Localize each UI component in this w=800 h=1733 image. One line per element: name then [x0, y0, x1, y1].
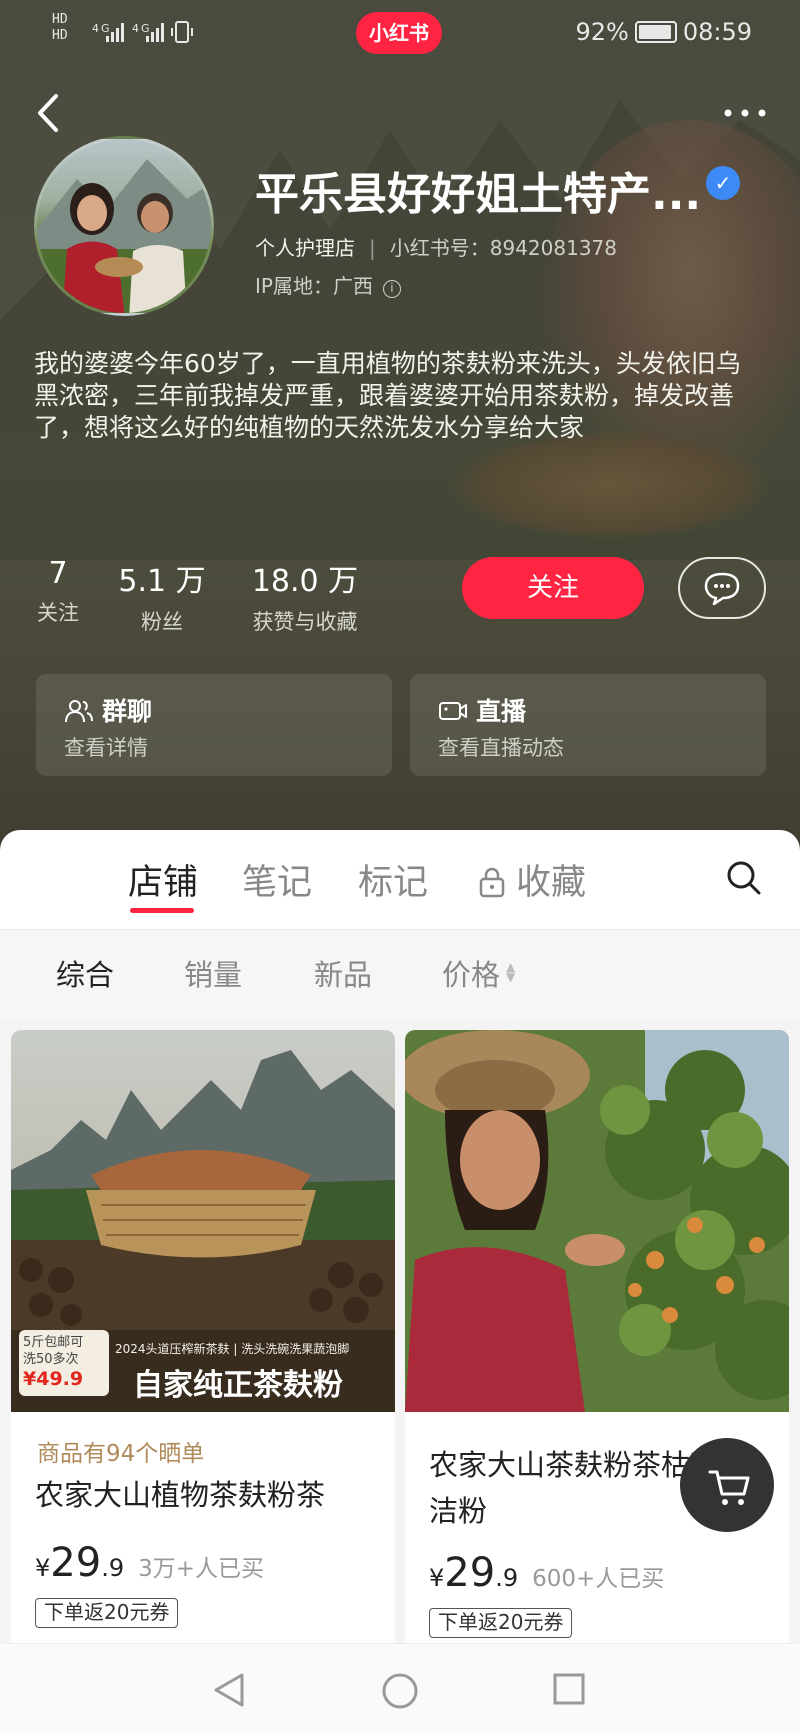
- sold-count: 3万+人已买: [138, 1556, 264, 1582]
- image-badge: 5斤包邮可 洗50多次 ¥49.9: [23, 1334, 84, 1390]
- image-badge-line: 洗50多次: [23, 1352, 79, 1367]
- live-card[interactable]: 直播 查看直播动态: [410, 674, 766, 776]
- card-subtitle: 查看直播动态: [438, 736, 564, 760]
- filter-label: 价格: [442, 958, 501, 992]
- price-currency: ¥: [429, 1564, 445, 1592]
- search-icon[interactable]: [724, 858, 764, 898]
- verified-badge-icon: ✓: [706, 166, 740, 200]
- tab-label: 收藏: [516, 863, 587, 903]
- tab-marks[interactable]: 标记: [358, 854, 428, 905]
- shop-name: 平乐县好好姐土特产...: [255, 169, 702, 220]
- group-users-icon: [65, 700, 93, 723]
- price-integer: 29: [50, 1540, 102, 1586]
- follow-button[interactable]: 关注: [462, 557, 644, 619]
- stat-following[interactable]: 7 关注: [36, 556, 80, 627]
- filter-overall[interactable]: 综合: [56, 952, 114, 994]
- sort-arrows-icon: ▲ ▼: [506, 960, 516, 984]
- review-hint: 商品有94个晒单: [37, 1441, 205, 1467]
- product-price: ¥29.9 3万+人已买: [35, 1540, 264, 1586]
- stat-value: 7: [48, 556, 68, 591]
- stat-value: 18.0 万: [251, 564, 359, 599]
- active-tab-indicator: [130, 908, 194, 913]
- card-title: 群聊: [102, 697, 153, 726]
- group-chat-title: 群聊: [64, 692, 152, 728]
- message-button[interactable]: [678, 557, 766, 619]
- stat-value: 5.1 万: [118, 564, 206, 599]
- nav-back-icon[interactable]: [212, 1672, 246, 1708]
- network-indicator: HD HD: [52, 12, 68, 43]
- product-card[interactable]: 5斤包邮可 洗50多次 ¥49.9 2024头道压榨新茶麸 | 洗头洗碗洗果蔬泡…: [11, 1030, 395, 1650]
- sold-count: 600+人已买: [532, 1566, 665, 1592]
- red-id-label: 小红书号：: [389, 236, 490, 260]
- svg-text:4G: 4G: [132, 22, 152, 35]
- back-arrow-icon[interactable]: [30, 88, 70, 138]
- ip-value: 广西: [332, 274, 373, 298]
- card-title: 直播: [476, 697, 527, 726]
- ip-location: IP属地：广西 i: [255, 270, 401, 299]
- status-right: 92% 08:59: [575, 18, 752, 46]
- video-camera-icon: [439, 702, 467, 720]
- coupon-badge: 下单返20元券: [429, 1608, 573, 1638]
- cart-icon: [708, 1470, 750, 1505]
- tab-shop[interactable]: 店铺: [128, 854, 198, 905]
- stat-label: 获赞与收藏: [252, 610, 358, 634]
- price-currency: ¥: [35, 1554, 51, 1582]
- group-chat-card[interactable]: 群聊 查看详情: [36, 674, 392, 776]
- product-title: 农家大山植物茶麸粉茶: [35, 1478, 326, 1512]
- filter-price[interactable]: 价格 ▲ ▼: [442, 952, 515, 994]
- more-dots-icon[interactable]: [720, 98, 770, 128]
- battery-percent: 92%: [575, 18, 629, 46]
- product-price: ¥29.9 600+人已买: [429, 1550, 664, 1596]
- red-id[interactable]: 8942081378: [490, 236, 617, 260]
- battery-icon: [634, 21, 677, 43]
- status-bar: HD HD 4G 4G 小红书 92% 08:59: [0, 0, 800, 66]
- tab-bar: 店铺 笔记 标记 收藏: [0, 830, 800, 930]
- nav-home-icon[interactable]: [381, 1672, 419, 1710]
- price-decimal: .9: [101, 1554, 125, 1582]
- stat-fans[interactable]: 5.1 万 粉丝: [118, 556, 206, 636]
- shop-meta: 个人护理店 | 小红书号：8942081378: [255, 232, 617, 261]
- content-panel: 店铺 笔记 标记 收藏 综合 销量 新品 价格 ▲ ▼ 5斤包邮可 洗50多次 …: [0, 830, 800, 1733]
- live-title: 直播: [438, 692, 526, 728]
- chat-bubble-icon: [704, 572, 740, 606]
- product-image: 5斤包邮可 洗50多次 ¥49.9 2024头道压榨新茶麸 | 洗头洗碗洗果蔬泡…: [11, 1030, 395, 1412]
- bio: 我的婆婆今年60岁了，一直用植物的茶麸粉来洗头，头发依旧乌黑浓密，三年前我掉发严…: [34, 349, 741, 442]
- clock: 08:59: [682, 18, 752, 46]
- price-integer: 29: [444, 1550, 496, 1596]
- filter-bar: 综合 销量 新品 价格 ▲ ▼: [0, 930, 800, 1020]
- tab-collections[interactable]: 收藏: [478, 854, 586, 905]
- signal-icon: 4G 4G: [92, 18, 202, 52]
- info-icon[interactable]: i: [382, 280, 401, 298]
- filter-new[interactable]: 新品: [314, 952, 372, 994]
- shop-type: 个人护理店: [255, 236, 355, 260]
- image-badge-line: 5斤包邮可: [23, 1335, 84, 1350]
- stat-likes[interactable]: 18.0 万 获赞与收藏: [244, 556, 366, 636]
- avatar[interactable]: [34, 136, 214, 316]
- image-price: ¥49.9: [23, 1368, 84, 1390]
- product-image: [405, 1030, 789, 1412]
- background-basket: [450, 430, 770, 540]
- stat-label: 粉丝: [141, 610, 183, 634]
- product-card[interactable]: 农家大山茶麸粉茶枯粉洗洁粉 ¥29.9 600+人已买 下单返20元券: [405, 1030, 789, 1650]
- ip-label: IP属地：: [255, 274, 333, 298]
- coupon-badge: 下单返20元券: [35, 1598, 179, 1628]
- card-subtitle: 查看详情: [64, 736, 148, 760]
- meta-divider: |: [369, 236, 376, 260]
- svg-text:4G: 4G: [92, 22, 112, 35]
- tab-notes[interactable]: 笔记: [242, 854, 312, 905]
- stat-label: 关注: [37, 601, 79, 625]
- app-logo: 小红书: [356, 12, 442, 54]
- nav-recents-icon[interactable]: [552, 1672, 586, 1706]
- cart-button[interactable]: [680, 1438, 774, 1532]
- image-banner: 自家纯正茶麸粉: [133, 1368, 343, 1403]
- lock-icon: [479, 867, 505, 898]
- system-nav-bar: [0, 1643, 800, 1733]
- filter-sales[interactable]: 销量: [184, 952, 242, 994]
- price-decimal: .9: [495, 1564, 519, 1592]
- image-subtitle: 2024头道压榨新茶麸 | 洗头洗碗洗果蔬泡脚: [115, 1342, 350, 1356]
